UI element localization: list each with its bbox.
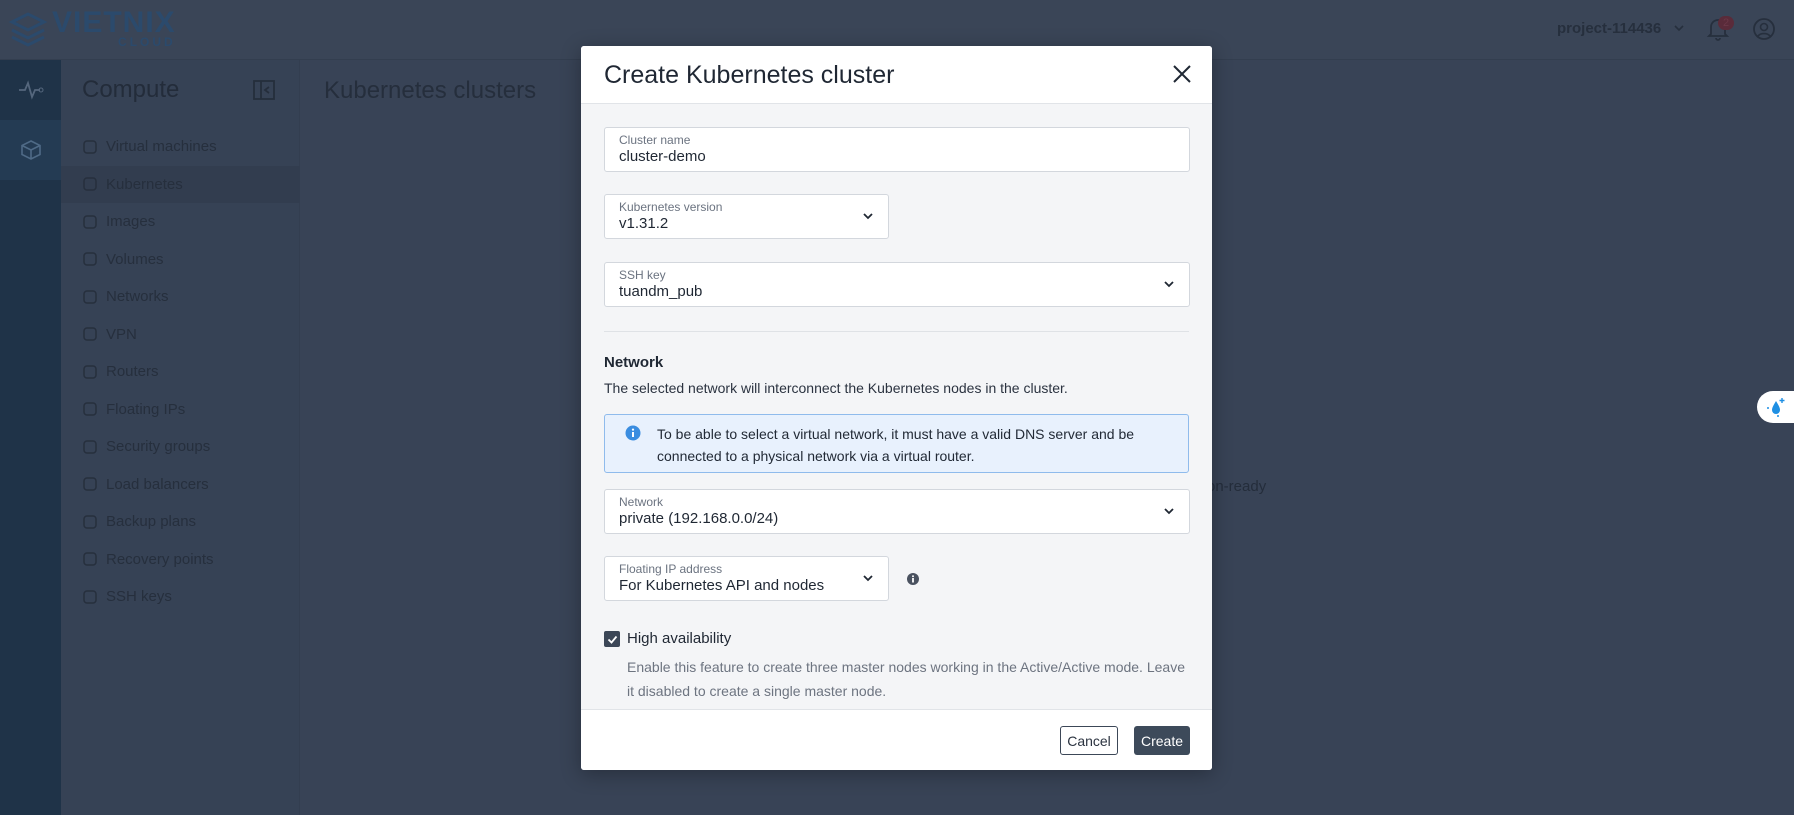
sidebar-title: Compute [82, 76, 180, 103]
sidebar-item-label: Kubernetes [106, 175, 183, 193]
sidebar-item-load-balancers[interactable]: Load balancers [61, 466, 300, 503]
sidebar-item-vpn[interactable]: VPN [61, 316, 300, 353]
disc-icon [83, 214, 97, 229]
copy-icon [83, 514, 97, 529]
network-info-alert: To be able to select a virtual network, … [604, 414, 1189, 473]
high-availability-help: Enable this feature to create three mast… [627, 659, 1185, 699]
logo-stack-icon [8, 12, 48, 47]
sidebar-item-backup-plans[interactable]: Backup plans [61, 503, 300, 540]
sidebar-item-label: Volumes [106, 250, 164, 268]
lock-icon [83, 439, 97, 454]
project-name: project-114436 [1557, 20, 1662, 37]
sidebar-item-label: Virtual machines [106, 138, 217, 155]
floating-ip-select[interactable]: Floating IP address For Kubernetes API a… [604, 556, 889, 601]
network-info-text: To be able to select a virtual network, … [657, 426, 1135, 464]
project-selector[interactable]: project-114436 [1557, 20, 1685, 37]
section-divider [604, 331, 1189, 332]
sidebar-item-label: Recovery points [106, 550, 214, 568]
sitemap-icon [83, 477, 97, 491]
sidebar-item-volumes[interactable]: Volumes [61, 241, 300, 278]
chevron-down-icon [1164, 508, 1174, 515]
page-title: Kubernetes clusters [324, 77, 537, 104]
cluster-name-label: Cluster name [619, 133, 691, 147]
key-icon [83, 589, 97, 604]
shield-icon [83, 327, 97, 341]
compute-sidebar: Compute Virtual machines Kubernetes Images… [61, 60, 300, 815]
network-heading: Network [604, 354, 664, 371]
cube-icon [20, 140, 41, 160]
dialog-title: Create Kubernetes cluster [604, 61, 895, 89]
ssh-key-label: SSH key [619, 268, 666, 282]
restore-icon [83, 552, 97, 566]
kubernetes-version-select[interactable]: Kubernetes version v1.31.2 [604, 194, 889, 239]
kubernetes-version-label: Kubernetes version [619, 200, 723, 214]
rail-item-compute[interactable] [0, 120, 61, 180]
sidebar-item-routers[interactable]: Routers [61, 353, 300, 390]
network-select[interactable]: Network private (192.168.0.0/24) [604, 489, 1190, 534]
sidebar-item-label: Backup plans [106, 513, 197, 530]
assistant-button[interactable] [1757, 391, 1794, 423]
chevron-down-icon [863, 213, 873, 220]
ip-icon [83, 402, 97, 416]
high-availability-label[interactable]: High availability [627, 630, 731, 647]
logo-text: VIETNIX [52, 6, 176, 39]
kubernetes-icon [83, 177, 97, 191]
ssh-key-select[interactable]: SSH key tuandm_pub [604, 262, 1190, 307]
high-availability-checkbox[interactable] [604, 631, 620, 647]
sidebar-item-label: Routers [106, 363, 159, 380]
info-icon [625, 425, 641, 441]
sidebar-item-label: Security groups [106, 438, 211, 455]
app-rail [0, 60, 61, 815]
sidebar-item-kubernetes[interactable]: Kubernetes [61, 165, 300, 203]
rail-item-monitoring[interactable] [0, 60, 61, 120]
cancel-button[interactable]: Cancel [1060, 726, 1118, 755]
drive-icon [83, 252, 97, 266]
checkmark-icon [607, 635, 617, 644]
dialog-header: Create Kubernetes cluster [581, 46, 1212, 104]
ssh-key-value: tuandm_pub [619, 283, 703, 300]
floating-ip-label: Floating IP address [619, 562, 723, 576]
activity-icon [18, 80, 43, 100]
sidebar-item-virtual-machines[interactable]: Virtual machines [61, 128, 300, 165]
sidebar-item-label: Load balancers [106, 475, 209, 493]
floating-ip-info-icon[interactable] [907, 573, 919, 585]
chevron-down-icon [1674, 25, 1684, 32]
create-button[interactable]: Create [1134, 726, 1190, 755]
cluster-name-value: cluster-demo [619, 148, 706, 165]
water-drop-icon [1767, 398, 1785, 417]
cube-icon [83, 139, 97, 154]
background-text: on-ready [1207, 478, 1267, 495]
sidebar-item-label: Floating IPs [106, 400, 186, 418]
network-label: Network [619, 495, 664, 509]
sidebar-item-recovery-points[interactable]: Recovery points [61, 541, 300, 578]
network-icon [83, 289, 97, 304]
sidebar-item-networks[interactable]: Networks [61, 278, 300, 315]
user-avatar-icon[interactable] [1752, 17, 1776, 41]
vietnix-logo[interactable]: VIETNIX CLOUD [8, 8, 176, 48]
chevron-down-icon [863, 575, 873, 582]
notification-badge: 2 [1718, 16, 1735, 30]
chevron-down-icon [1164, 281, 1174, 288]
sidebar-item-label: Images [106, 213, 156, 230]
sidebar-item-label: VPN [106, 325, 137, 343]
cluster-name-input[interactable]: Cluster name cluster-demo [604, 127, 1190, 172]
sidebar-item-images[interactable]: Images [61, 203, 300, 240]
dialog-footer: Cancel Create [581, 709, 1212, 770]
router-icon [83, 364, 97, 379]
sidebar-item-floating-ips[interactable]: Floating IPs [61, 391, 300, 428]
sidebar-item-security-groups[interactable]: Security groups [61, 428, 300, 465]
floating-ip-value: For Kubernetes API and nodes [619, 577, 825, 594]
sidebar-item-ssh-keys[interactable]: SSH keys [61, 578, 300, 615]
sidebar-item-label: Networks [106, 288, 169, 305]
kubernetes-version-value: v1.31.2 [619, 215, 669, 232]
network-value: private (192.168.0.0/24) [619, 510, 779, 527]
create-cluster-dialog: Create Kubernetes cluster Cluster name c… [581, 46, 1212, 770]
sidebar-item-label: SSH keys [106, 588, 172, 605]
collapse-sidebar-icon[interactable] [253, 80, 275, 100]
close-icon[interactable] [1170, 62, 1194, 86]
network-description: The selected network will interconnect t… [604, 380, 1068, 396]
